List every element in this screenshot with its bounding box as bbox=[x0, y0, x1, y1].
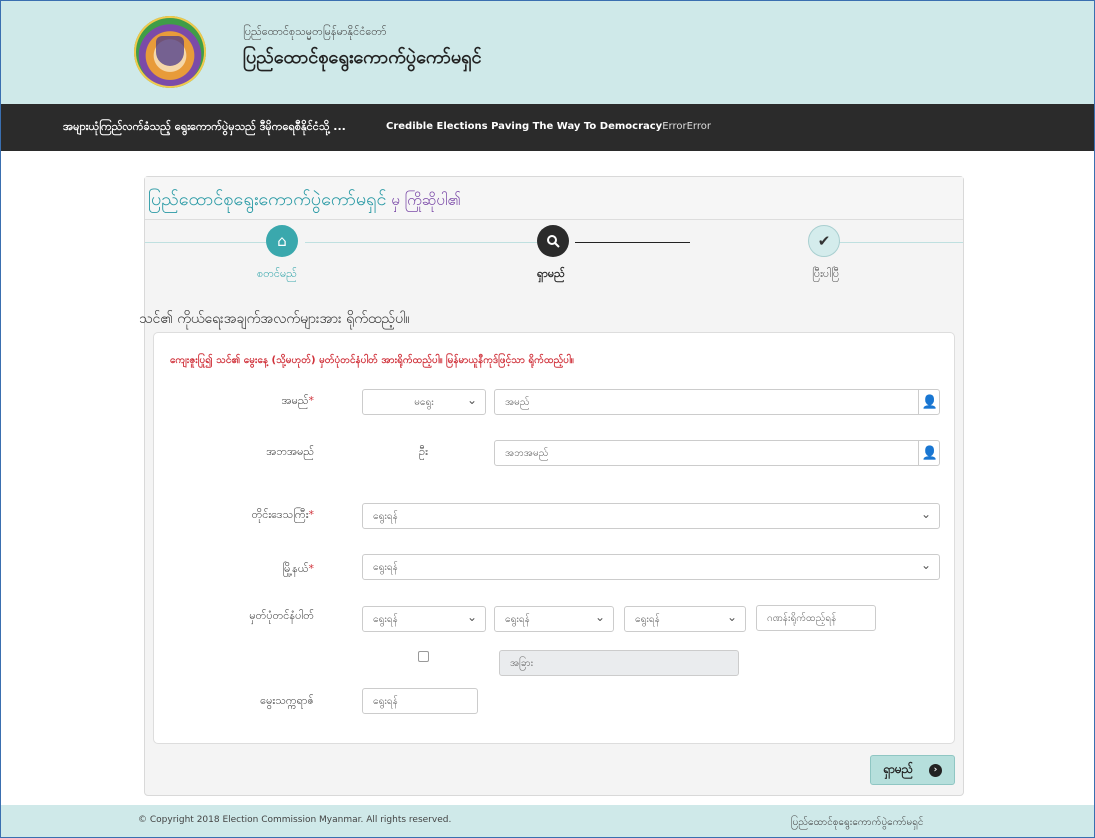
site-footer: © Copyright 2018 Election Commission Mya… bbox=[1, 805, 1094, 837]
copyright-text: © Copyright 2018 Election Commission Mya… bbox=[138, 815, 452, 825]
father-prefix: ဦး bbox=[419, 445, 428, 458]
marquee-bar: အများယုံကြည်လက်ခံသည့် ရွေးကောက်ပွဲမှသည် … bbox=[1, 104, 1094, 151]
required-mark: * bbox=[308, 394, 315, 407]
card-title-greeting: မှ ကြိုဆိုပါ၏ bbox=[386, 191, 461, 209]
site-header: ပြည်ထောင်စုသမ္မတမြန်မာနိုင်ငံတော် ပြည်ထေ… bbox=[1, 1, 1094, 104]
error-text: ErrorError bbox=[662, 121, 711, 132]
nrc-label: မှတ်ပုံတင်နံပါတ် bbox=[249, 609, 314, 622]
step-connector bbox=[835, 242, 963, 243]
other-nrc-checkbox[interactable] bbox=[418, 651, 429, 662]
step-label-done: ပြီးပါပြီ bbox=[812, 267, 840, 280]
name-prefix-select[interactable]: မရွေး bbox=[362, 389, 486, 415]
township-label-text: မြို့နယ် bbox=[282, 562, 309, 575]
marquee-text-en: Credible Elections Paving The Way To Dem… bbox=[386, 121, 711, 132]
father-name-input[interactable]: အဘအမည် bbox=[494, 440, 940, 466]
name-label: အမည်* bbox=[194, 394, 314, 410]
search-button[interactable]: ရှာမည် › bbox=[870, 755, 955, 785]
ballot-hand-icon bbox=[156, 36, 184, 66]
name-label-text: အမည် bbox=[281, 394, 309, 407]
form-panel: ကျေးဇူးပြု၍ သင်၏ မွေးနေ့ (သို့မဟုတ်) မှတ… bbox=[153, 332, 955, 744]
other-nrc-input[interactable]: အခြား bbox=[499, 650, 739, 676]
page-frame: ပြည်ထောင်စုသမ္မတမြန်မာနိုင်ငံတော် ပြည်ထေ… bbox=[0, 0, 1095, 838]
dob-input[interactable]: ရွေးရန် bbox=[362, 688, 478, 714]
nrc-township-select[interactable]: ရွေးရန် bbox=[494, 606, 614, 632]
region-select[interactable]: ရွေးရန် bbox=[362, 503, 940, 529]
required-mark: * bbox=[308, 508, 315, 521]
card-title-org: ပြည်ထောင်စုရွေးကောက်ပွဲကော်မရှင် bbox=[148, 189, 387, 210]
user-icon: 👤 bbox=[918, 389, 941, 415]
card-header: ပြည်ထောင်စုရွေးကောက်ပွဲကော်မရှင် မှ ကြို… bbox=[145, 177, 963, 220]
step-connector bbox=[145, 242, 270, 243]
home-icon[interactable]: ⌂ bbox=[266, 225, 298, 257]
search-icon[interactable] bbox=[537, 225, 569, 257]
required-mark: * bbox=[308, 562, 315, 575]
dob-label: မွေးသက္ကရာဇ် bbox=[260, 694, 314, 707]
footer-org-name: ပြည်ထောင်စုရွေးကောက်ပွဲကော်မရှင် bbox=[791, 817, 924, 828]
commission-logo[interactable] bbox=[134, 16, 206, 88]
intro-text: သင်၏ ကိုယ်ရေးအချက်အလက်များအား ရိုက်ထည့်ပ… bbox=[139, 311, 410, 327]
region-label: တိုင်းဒေသကြီး* bbox=[194, 508, 314, 524]
nrc-state-select[interactable]: ရွေးရန် bbox=[362, 606, 486, 632]
nrc-type-select[interactable]: ရွေးရန် bbox=[624, 606, 746, 632]
search-card: ပြည်ထောင်စုရွေးကောက်ပွဲကော်မရှင် မှ ကြို… bbox=[139, 176, 964, 796]
marquee-text-mm: အများယုံကြည်လက်ခံသည့် ရွေးကောက်ပွဲမှသည် … bbox=[63, 120, 346, 133]
step-connector-active bbox=[575, 242, 690, 243]
slogan-text: Credible Elections Paving The Way To Dem… bbox=[386, 121, 663, 132]
step-label-start: စတင်မည် bbox=[257, 267, 297, 280]
check-icon[interactable]: ✔ bbox=[808, 225, 840, 257]
region-label-text: တိုင်းဒေသကြီး bbox=[251, 508, 309, 521]
user-icon: 👤 bbox=[918, 440, 941, 466]
warning-text: ကျေးဇူးပြု၍ သင်၏ မွေးနေ့ (သို့မဟုတ်) မှတ… bbox=[170, 355, 574, 366]
chevron-right-icon: › bbox=[929, 763, 942, 777]
card-title: ပြည်ထောင်စုရွေးကောက်ပွဲကော်မရှင် မှ ကြို… bbox=[148, 187, 461, 214]
search-button-label: ရှာမည် bbox=[883, 762, 914, 776]
header-title[interactable]: ပြည်ထောင်စုရွေးကောက်ပွဲကော်မရှင် bbox=[243, 45, 481, 72]
header-subtitle: ပြည်ထောင်စုသမ္မတမြန်မာနိုင်ငံတော် bbox=[243, 25, 387, 38]
township-label: မြို့နယ်* bbox=[194, 562, 314, 578]
father-name-label: အဘအမည် bbox=[266, 445, 314, 458]
step-label-search: ရှာမည် bbox=[537, 267, 565, 280]
township-select[interactable]: ရွေးရန် bbox=[362, 554, 940, 580]
step-connector bbox=[305, 242, 555, 243]
nrc-number-input[interactable]: ဂဏန်းရိုက်ထည့်ရန် bbox=[756, 605, 876, 631]
name-input[interactable]: အမည် bbox=[494, 389, 940, 415]
